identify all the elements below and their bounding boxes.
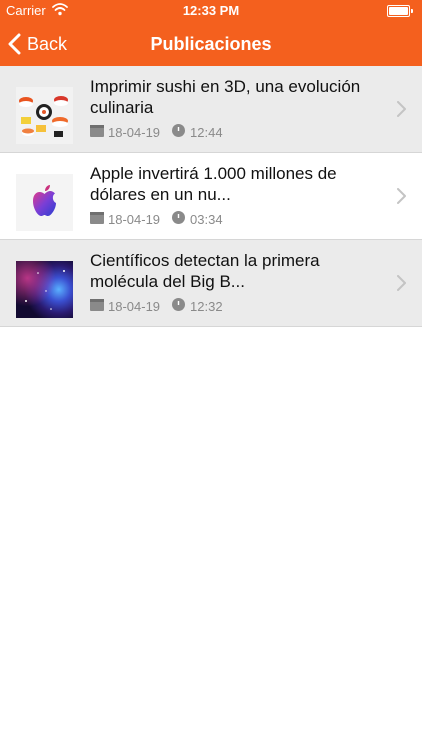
- list-item[interactable]: Imprimir sushi en 3D, una evolución culi…: [0, 66, 422, 153]
- sushi-thumbnail: [16, 87, 73, 144]
- post-date: 18-04-19: [108, 124, 161, 140]
- clock-icon: [172, 298, 186, 314]
- post-title: Apple invertirá 1.000 millones de dólare…: [90, 164, 337, 204]
- chevron-right-icon: [397, 188, 406, 209]
- post-meta: 18-04-19 03:34: [90, 211, 223, 227]
- post-title: Imprimir sushi en 3D, una evolución culi…: [90, 77, 361, 117]
- list-item[interactable]: Científicos detectan la primera molécula…: [0, 240, 422, 327]
- clock-icon: [172, 124, 186, 140]
- post-title: Científicos detectan la primera molécula…: [90, 251, 320, 291]
- space-nebula-thumbnail: [16, 261, 73, 318]
- status-bar: Carrier 12:33 PM: [0, 0, 422, 22]
- page-title: Publicaciones: [150, 33, 272, 54]
- post-date: 18-04-19: [108, 211, 161, 227]
- battery-icon: [387, 5, 413, 17]
- chevron-right-icon: [397, 101, 406, 122]
- clock-icon: [172, 211, 186, 227]
- post-date: 18-04-19: [108, 298, 161, 314]
- publications-list: Imprimir sushi en 3D, una evolución culi…: [0, 66, 422, 327]
- chevron-right-icon: [397, 275, 406, 296]
- calendar-icon: [90, 211, 104, 227]
- post-meta: 18-04-19 12:32: [90, 298, 223, 314]
- calendar-icon: [90, 298, 104, 314]
- post-meta: 18-04-19 12:44: [90, 124, 223, 140]
- navigation-bar: Back Publicaciones: [0, 22, 422, 66]
- apple-logo-thumbnail: [16, 174, 73, 231]
- calendar-icon: [90, 124, 104, 140]
- status-time: 12:33 PM: [182, 3, 240, 18]
- post-time: 12:44: [190, 124, 223, 140]
- post-time: 12:32: [190, 298, 223, 314]
- list-item[interactable]: Apple invertirá 1.000 millones de dólare…: [0, 153, 422, 240]
- post-time: 03:34: [190, 211, 223, 227]
